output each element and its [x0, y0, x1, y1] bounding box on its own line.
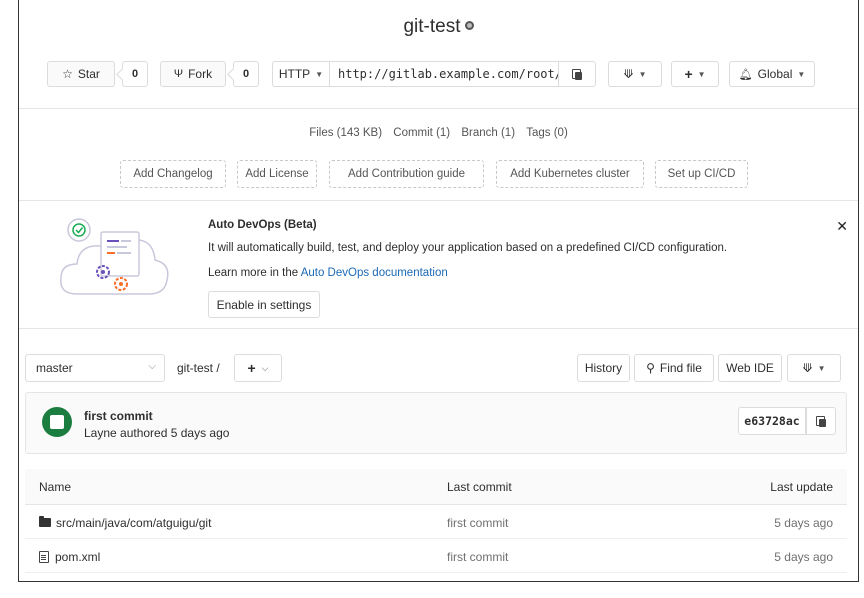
- caret-down-icon: ▼: [697, 69, 706, 79]
- fork-button[interactable]: Ψ Fork: [160, 61, 226, 87]
- project-page: git-test ☆ Star 0 Ψ Fork 0 HTTP ▼ http:/…: [18, 0, 859, 582]
- copy-url-button[interactable]: [558, 61, 596, 87]
- caret-down-icon: ▼: [638, 69, 647, 79]
- add-license-button[interactable]: Add License: [237, 160, 317, 188]
- divider: [19, 200, 858, 201]
- star-label: Star: [77, 67, 100, 81]
- close-icon[interactable]: ✕: [836, 218, 848, 235]
- protocol-label: HTTP: [278, 67, 311, 81]
- caret-down-icon: ▼: [315, 69, 324, 79]
- protocol-dropdown[interactable]: HTTP ▼: [272, 61, 330, 87]
- table-row[interactable]: pom.xml first commit 5 days ago: [25, 539, 847, 573]
- copy-icon: [572, 68, 582, 80]
- fork-count[interactable]: 0: [233, 61, 259, 87]
- history-button[interactable]: History: [577, 354, 630, 382]
- file-updated: 5 days ago: [774, 550, 833, 564]
- project-stats: Files (143 KB) Commit (1) Branch (1) Tag…: [19, 127, 858, 139]
- search-icon: ⚲: [646, 361, 655, 375]
- star-count[interactable]: 0: [122, 61, 148, 87]
- folder-name[interactable]: src/main/java/com/atguigu/git: [56, 516, 211, 530]
- notification-label: Global: [757, 67, 793, 81]
- fork-label: Fork: [188, 67, 213, 81]
- add-file-dropdown[interactable]: + ⌵: [234, 354, 282, 382]
- notification-dropdown[interactable]: 🔔︎ Global ▼: [729, 61, 815, 87]
- fork-icon: Ψ: [173, 68, 184, 80]
- file-name-text[interactable]: pom.xml: [55, 550, 100, 564]
- commit-sha[interactable]: e63728ac: [738, 407, 806, 435]
- folder-icon: [39, 516, 51, 528]
- web-ide-button[interactable]: Web IDE: [718, 354, 782, 382]
- download-dropdown[interactable]: ⟱ ▼: [608, 61, 662, 87]
- find-file-label: Find file: [659, 361, 702, 375]
- plus-icon: +: [684, 66, 693, 82]
- find-file-button[interactable]: ⚲ Find file: [634, 354, 714, 382]
- download-icon: ⟱: [802, 361, 813, 375]
- download-dropdown[interactable]: ⟱ ▼: [787, 354, 841, 382]
- caret-down-icon: ▼: [797, 69, 806, 79]
- breadcrumb[interactable]: git-test /: [177, 361, 220, 375]
- caret-down-icon: ▼: [817, 363, 826, 373]
- plus-icon: +: [247, 360, 256, 376]
- file-updated: 5 days ago: [774, 516, 833, 530]
- clone-url-input[interactable]: http://gitlab.example.com/root/git-test.…: [330, 61, 558, 87]
- last-commit-panel: first commit Layne authored 5 days ago e…: [25, 392, 847, 454]
- table-row[interactable]: src/main/java/com/atguigu/git first comm…: [25, 505, 847, 539]
- commits-link[interactable]: Commit (1): [393, 127, 450, 139]
- add-changelog-button[interactable]: Add Changelog: [120, 160, 226, 188]
- autodevops-docs-link[interactable]: Auto DevOps documentation: [301, 267, 448, 279]
- bell-icon: 🔔︎: [738, 68, 753, 81]
- branch-selector[interactable]: master ⌵: [25, 354, 165, 382]
- autodevops-description: It will automatically build, test, and d…: [208, 242, 728, 254]
- star-icon: ☆: [62, 67, 73, 81]
- column-last-commit: Last commit: [447, 480, 512, 494]
- column-last-update: Last update: [770, 480, 833, 494]
- avatar[interactable]: [42, 407, 72, 437]
- tags-link[interactable]: Tags (0): [526, 127, 568, 139]
- setup-cicd-button[interactable]: Set up CI/CD: [655, 160, 748, 188]
- add-kubernetes-cluster-button[interactable]: Add Kubernetes cluster: [496, 160, 644, 188]
- divider: [19, 108, 858, 109]
- commit-author: Layne authored 5 days ago: [84, 426, 230, 440]
- project-name: git-test: [403, 16, 461, 37]
- branch-name: master: [36, 361, 73, 375]
- file-last-commit[interactable]: first commit: [447, 550, 508, 564]
- column-name: Name: [39, 480, 72, 494]
- branches-link[interactable]: Branch (1): [461, 127, 515, 139]
- globe-icon: [464, 21, 474, 31]
- copy-icon: [816, 415, 826, 427]
- file-name[interactable]: pom.xml: [39, 550, 100, 564]
- download-icon: ⟱: [623, 67, 634, 81]
- divider: [19, 328, 858, 329]
- chevron-down-icon: ⌵: [148, 361, 156, 372]
- file-last-commit[interactable]: first commit: [447, 516, 508, 530]
- add-dropdown[interactable]: + ▼: [671, 61, 719, 87]
- project-title: git-test: [19, 16, 858, 38]
- enable-in-settings-button[interactable]: Enable in settings: [208, 291, 320, 318]
- file-icon: [39, 550, 49, 563]
- table-header: Name Last commit Last update: [25, 469, 847, 505]
- autodevops-title: Auto DevOps (Beta): [208, 219, 317, 231]
- chevron-down-icon: ⌵: [261, 362, 269, 373]
- commit-title[interactable]: first commit: [84, 409, 153, 423]
- star-button[interactable]: ☆ Star: [47, 61, 115, 87]
- add-contribution-guide-button[interactable]: Add Contribution guide: [329, 160, 484, 188]
- autodevops-learn-more: Learn more in the Auto DevOps documentat…: [208, 267, 448, 279]
- autodevops-illustration-icon: [60, 218, 169, 295]
- file-name[interactable]: src/main/java/com/atguigu/git: [39, 516, 211, 530]
- learn-more-text: Learn more in the: [208, 267, 301, 279]
- copy-sha-button[interactable]: [806, 407, 836, 435]
- files-link[interactable]: Files (143 KB): [309, 127, 382, 139]
